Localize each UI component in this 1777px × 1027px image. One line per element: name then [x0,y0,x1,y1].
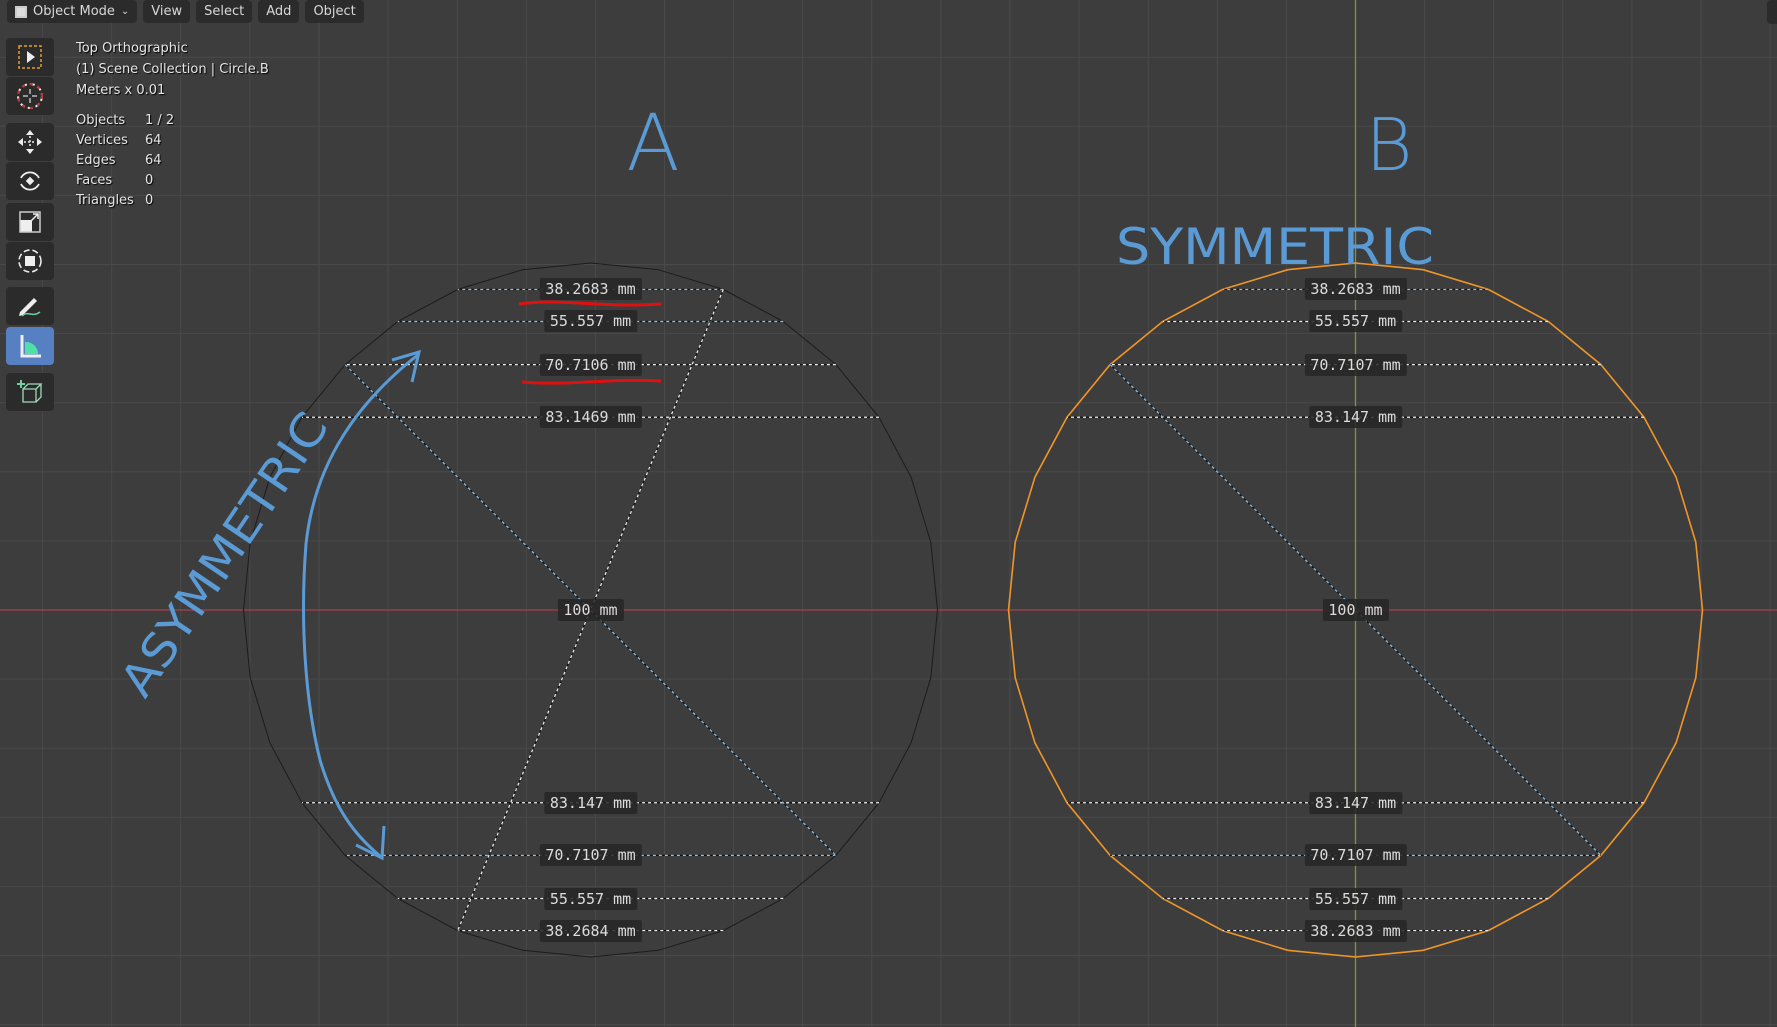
stat-label: Objects [76,113,126,128]
measurement-label: 55.557 mm [1308,887,1403,910]
tool-measure[interactable] [6,327,54,365]
stat-value: 64 [145,153,162,168]
measurement-label: 55.557 mm [543,887,638,910]
stat-label: Triangles [76,193,134,208]
stat-objects: Objects 1 / 2 [76,111,269,131]
tool-scale[interactable] [6,203,54,241]
stat-edges: Edges 64 [76,151,269,171]
rotate-icon [20,171,40,191]
red-underline-middle [521,378,662,385]
red-underline-top [518,300,662,307]
viewport-info-overlay: Top Orthographic (1) Scene Collection | … [76,38,269,208]
stat-value: 0 [145,193,154,208]
collection-name: (1) Scene Collection | Circle.B [76,62,269,77]
measurement-label: 70.7107 mm [539,844,642,867]
object-mode-dropdown[interactable]: Object Mode ⌄ [7,0,138,23]
select-box-icon [18,45,42,69]
measurement-label: 38.2684 mm [539,919,642,942]
3d-cursor-icon [17,83,43,109]
handwritten-annotations: A B SYMMETRIC ASYMMETRIC [109,99,1434,861]
transform-icon [18,249,42,273]
viewport-corner-widget[interactable] [1767,0,1777,24]
measure-ruler-icon [20,335,41,358]
tool-cursor[interactable] [6,77,54,115]
stat-vertices: Vertices 64 [76,131,269,151]
tool-add-cube[interactable] [6,373,54,411]
tool-transform[interactable] [6,242,54,280]
stat-label: Vertices [76,133,128,148]
measurement-label: 70.7106 mm [539,353,642,376]
measurement-label: 70.7107 mm [1304,353,1407,376]
measurement-label: 55.557 mm [1308,310,1403,333]
tool-move[interactable] [6,123,54,161]
header-menu: Object Mode ⌄ View Select Add Object [7,0,364,25]
handwritten-symmetric: SYMMETRIC [1116,218,1434,276]
tool-select-box[interactable] [6,38,54,76]
stat-label: Faces [76,173,113,188]
view-name: Top Orthographic [76,41,188,56]
handwritten-label-b: B [1365,103,1412,187]
stat-triangles: Triangles 0 [76,191,269,211]
measurement-label: 38.2683 mm [539,278,642,301]
menu-object[interactable]: Object [305,0,364,23]
chevron-down-icon: ⌄ [120,6,130,17]
measurement-label: 38.2683 mm [1304,919,1407,942]
stat-label: Edges [76,153,116,168]
measurement-label: 83.147 mm [1308,406,1403,429]
measurement-label: 83.147 mm [1308,791,1403,814]
measurement-label: 38.2683 mm [1304,278,1407,301]
stat-value: 1 / 2 [145,113,175,128]
tool-annotate[interactable] [6,287,54,325]
object-mode-icon [13,3,29,20]
diameter-label: 100 mm [557,599,624,621]
measurement-label: 83.147 mm [543,791,638,814]
move-icon [18,130,42,154]
menu-select[interactable]: Select [196,0,253,23]
handwritten-label-a: A [626,99,679,189]
annotate-pencil-icon [19,298,41,317]
measurement-label: 70.7107 mm [1304,844,1407,867]
object-mode-label: Object Mode [33,4,115,19]
menu-view[interactable]: View [143,0,191,23]
diameter-label: 100 mm [1322,599,1389,621]
measurement-label: 83.1469 mm [539,406,642,429]
scene-statistics: Objects 1 / 2 Vertices 64 Edges 64 Faces 0 T… [76,111,269,208]
arrowhead-down-icon [355,825,386,861]
stat-value: 0 [145,173,154,188]
measurement-label: 55.557 mm [543,310,638,333]
tool-rotate[interactable] [6,162,54,200]
add-cube-icon [17,380,43,403]
stat-faces: Faces 0 [76,171,269,191]
menu-add[interactable]: Add [258,0,300,23]
stat-value: 64 [145,133,162,148]
scale-icon [19,211,41,233]
unit-scale: Meters x 0.01 [76,83,166,98]
